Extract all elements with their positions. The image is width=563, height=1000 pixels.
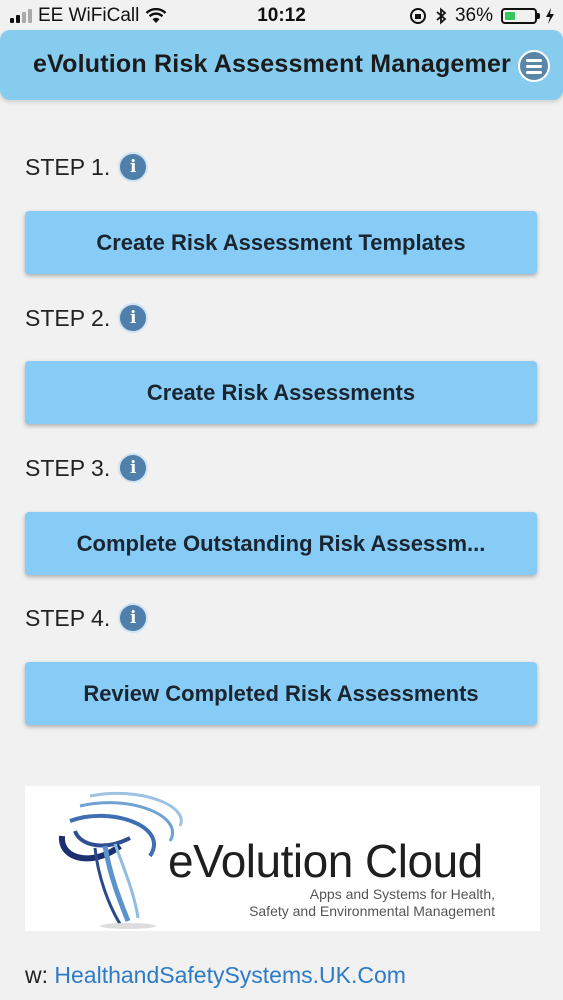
info-icon[interactable]: i	[118, 453, 149, 483]
info-icon[interactable]: i	[118, 152, 149, 182]
step-1-label: STEP 1. i	[25, 152, 149, 182]
create-templates-button[interactable]: Create Risk Assessment Templates	[25, 211, 537, 274]
info-icon[interactable]: i	[118, 603, 149, 633]
review-completed-button[interactable]: Review Completed Risk Assessments	[25, 662, 537, 725]
info-icon[interactable]: i	[118, 303, 149, 333]
step-2-label: STEP 2. i	[25, 303, 149, 333]
website-link[interactable]: HealthandSafetySystems.UK.Com	[54, 962, 406, 988]
complete-outstanding-button[interactable]: Complete Outstanding Risk Assessm...	[25, 512, 537, 575]
page-title: eVolution Risk Assessment Managemer	[33, 50, 511, 78]
evolution-cloud-logo: eVolution Cloud Apps and Systems for Hea…	[25, 786, 540, 931]
status-bar: EE WiFiCall 10:12 36%	[0, 0, 563, 32]
status-icons: 36%	[409, 5, 555, 27]
logo-tagline: Apps and Systems for Health, Safety and …	[249, 886, 495, 919]
step-3-label: STEP 3. i	[25, 453, 149, 483]
charging-icon	[546, 8, 554, 24]
battery-percent: 36%	[454, 5, 493, 26]
create-assessments-button[interactable]: Create Risk Assessments	[25, 361, 537, 424]
app-header: eVolution Risk Assessment Managemer	[0, 30, 563, 100]
battery-icon	[501, 8, 540, 24]
bluetooth-icon	[436, 7, 447, 25]
website-prefix: w:	[25, 962, 48, 988]
step-4-label: STEP 4. i	[25, 603, 149, 633]
rotation-lock-icon	[409, 8, 426, 24]
logo-name: eVolution Cloud	[168, 835, 483, 887]
website-footer: w: HealthandSafetySystems.UK.Com	[25, 962, 406, 989]
hamburger-menu-icon[interactable]	[518, 50, 550, 82]
